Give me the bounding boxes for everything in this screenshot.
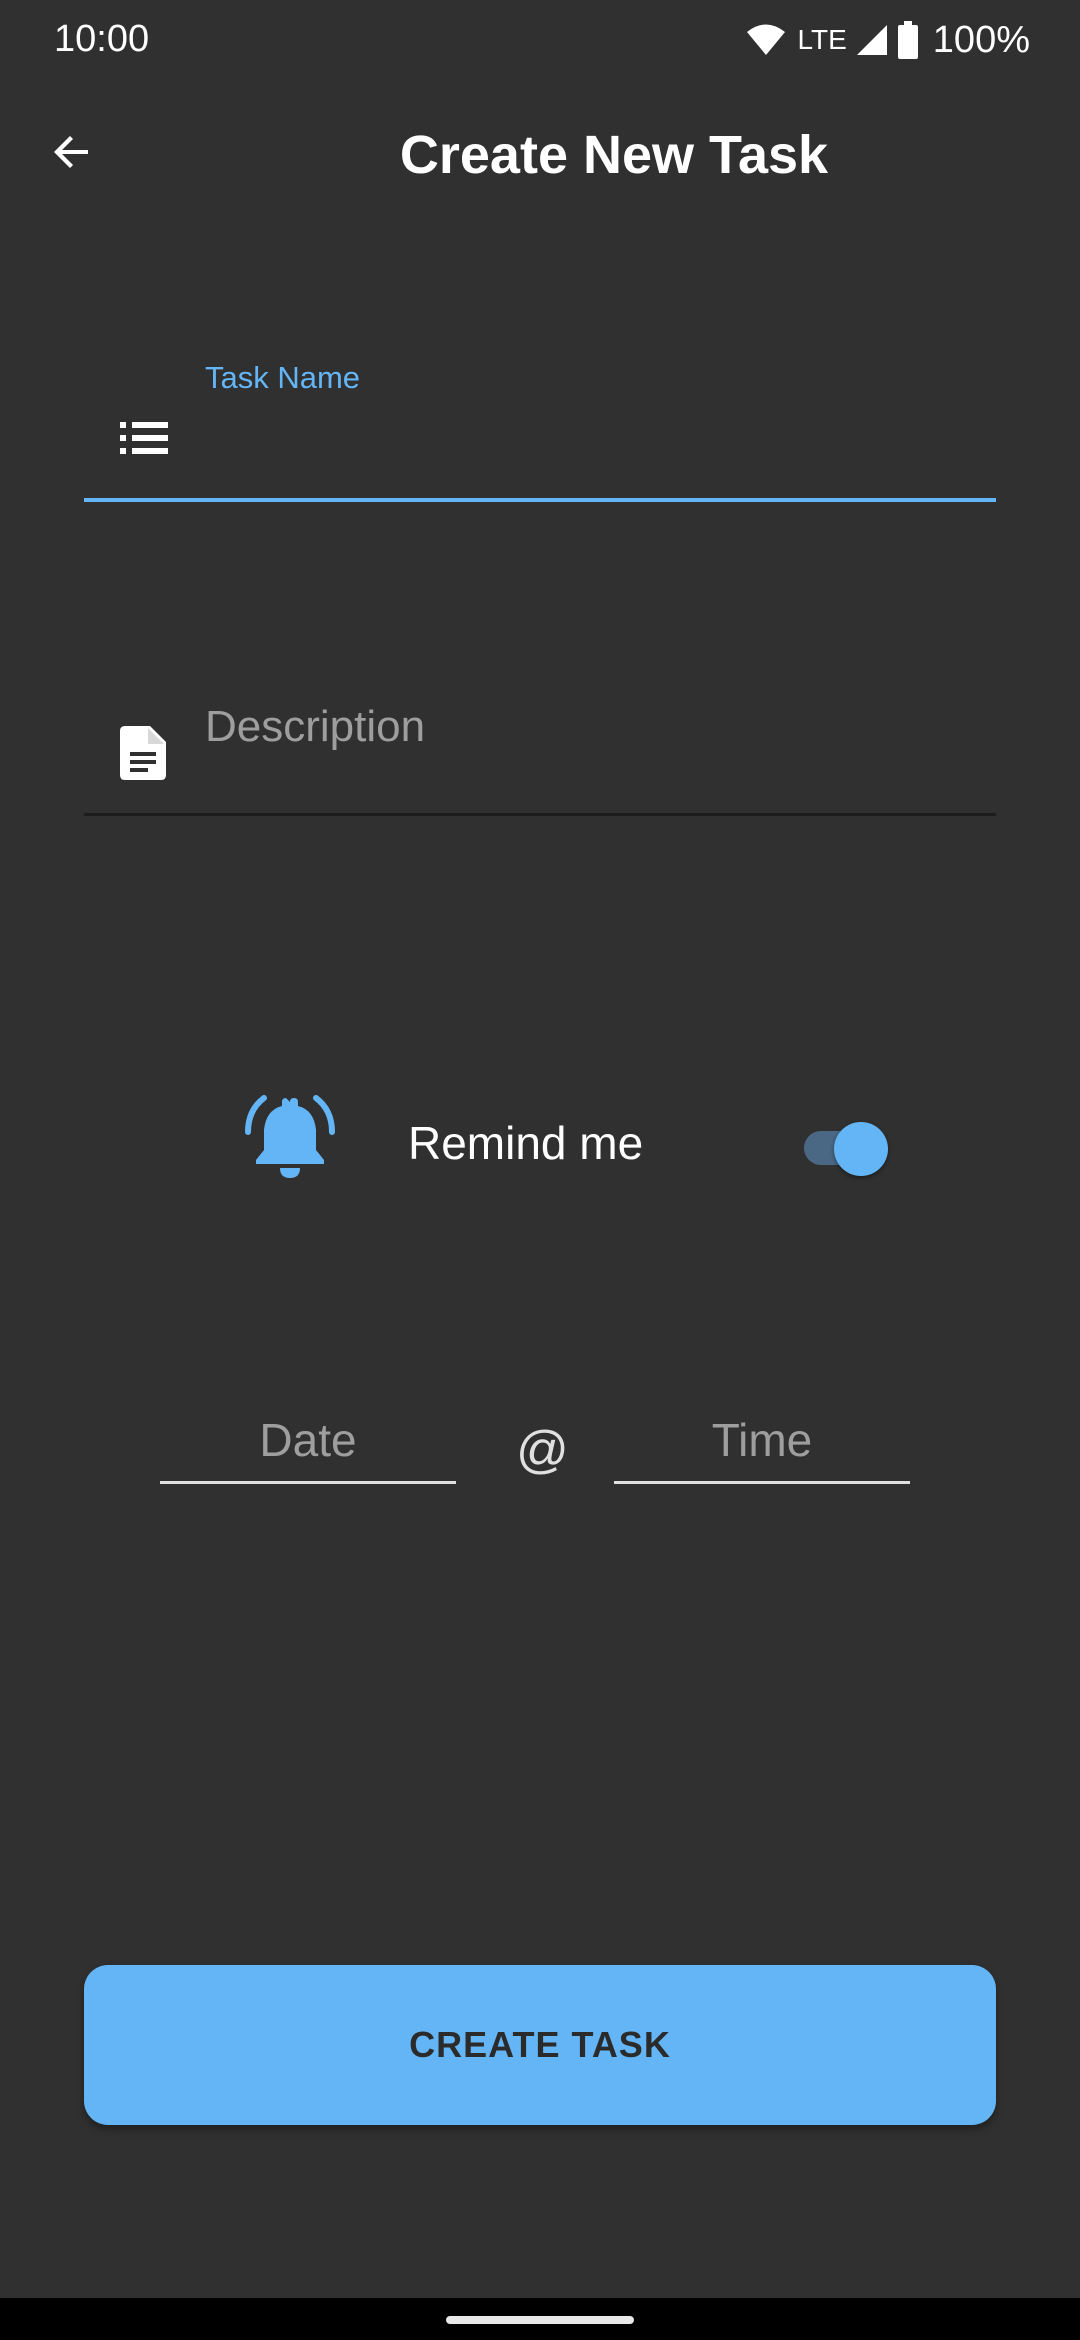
- battery-icon: [897, 21, 919, 59]
- create-task-screen: 10:00 LTE 100% Create New Task Task Name: [0, 0, 1080, 2340]
- description-underline: [84, 813, 996, 816]
- list-icon: [120, 420, 170, 461]
- remind-me-label: Remind me: [408, 1117, 644, 1169]
- alarm-bell-icon: [240, 1090, 340, 1190]
- description-placeholder: Description: [205, 702, 426, 751]
- task-name-field[interactable]: Task Name: [84, 350, 996, 502]
- page-title: Create New Task: [399, 125, 829, 185]
- home-gesture-handle[interactable]: [446, 2316, 634, 2324]
- status-bar: 10:00 LTE 100%: [0, 0, 1080, 80]
- status-icons: LTE 100%: [746, 18, 1030, 62]
- task-name-label: Task Name: [205, 360, 361, 395]
- document-icon: [120, 726, 166, 785]
- signal-icon: [855, 23, 889, 57]
- date-placeholder: Date: [259, 1414, 357, 1466]
- wifi-icon: [746, 23, 786, 57]
- create-task-button[interactable]: CREATE TASK: [84, 1965, 996, 2125]
- date-field[interactable]: Date: [160, 1400, 456, 1484]
- description-field[interactable]: Description: [84, 690, 996, 816]
- task-name-input[interactable]: [205, 410, 975, 474]
- create-task-label: CREATE TASK: [409, 2024, 671, 2065]
- status-time: 10:00: [54, 18, 150, 60]
- date-underline: [160, 1481, 456, 1484]
- at-separator: @: [516, 1421, 569, 1479]
- toggle-thumb: [834, 1122, 888, 1176]
- task-name-underline: [84, 498, 996, 502]
- battery-level: 100%: [932, 18, 1030, 61]
- time-placeholder: Time: [711, 1414, 813, 1466]
- network-type: LTE: [797, 24, 847, 55]
- remind-me-toggle[interactable]: [800, 1112, 900, 1176]
- time-field[interactable]: Time: [614, 1400, 910, 1484]
- time-underline: [614, 1481, 910, 1484]
